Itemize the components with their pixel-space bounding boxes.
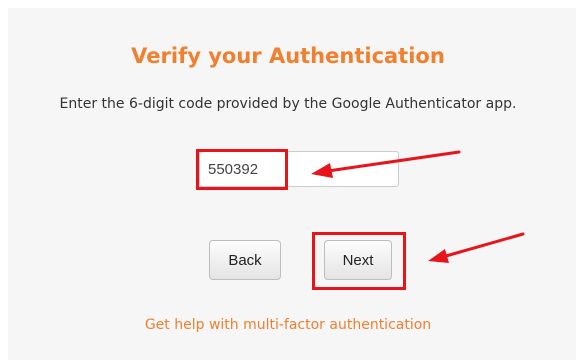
code-highlight-box	[196, 149, 288, 190]
instructions-text: Enter the 6-digit code provided by the G…	[59, 96, 517, 112]
next-highlight-box	[312, 232, 406, 290]
page-title: Verify your Authentication	[131, 44, 445, 68]
mfa-help-link[interactable]: Get help with multi-factor authenticatio…	[0, 317, 576, 333]
back-button[interactable]: Back	[209, 240, 281, 280]
